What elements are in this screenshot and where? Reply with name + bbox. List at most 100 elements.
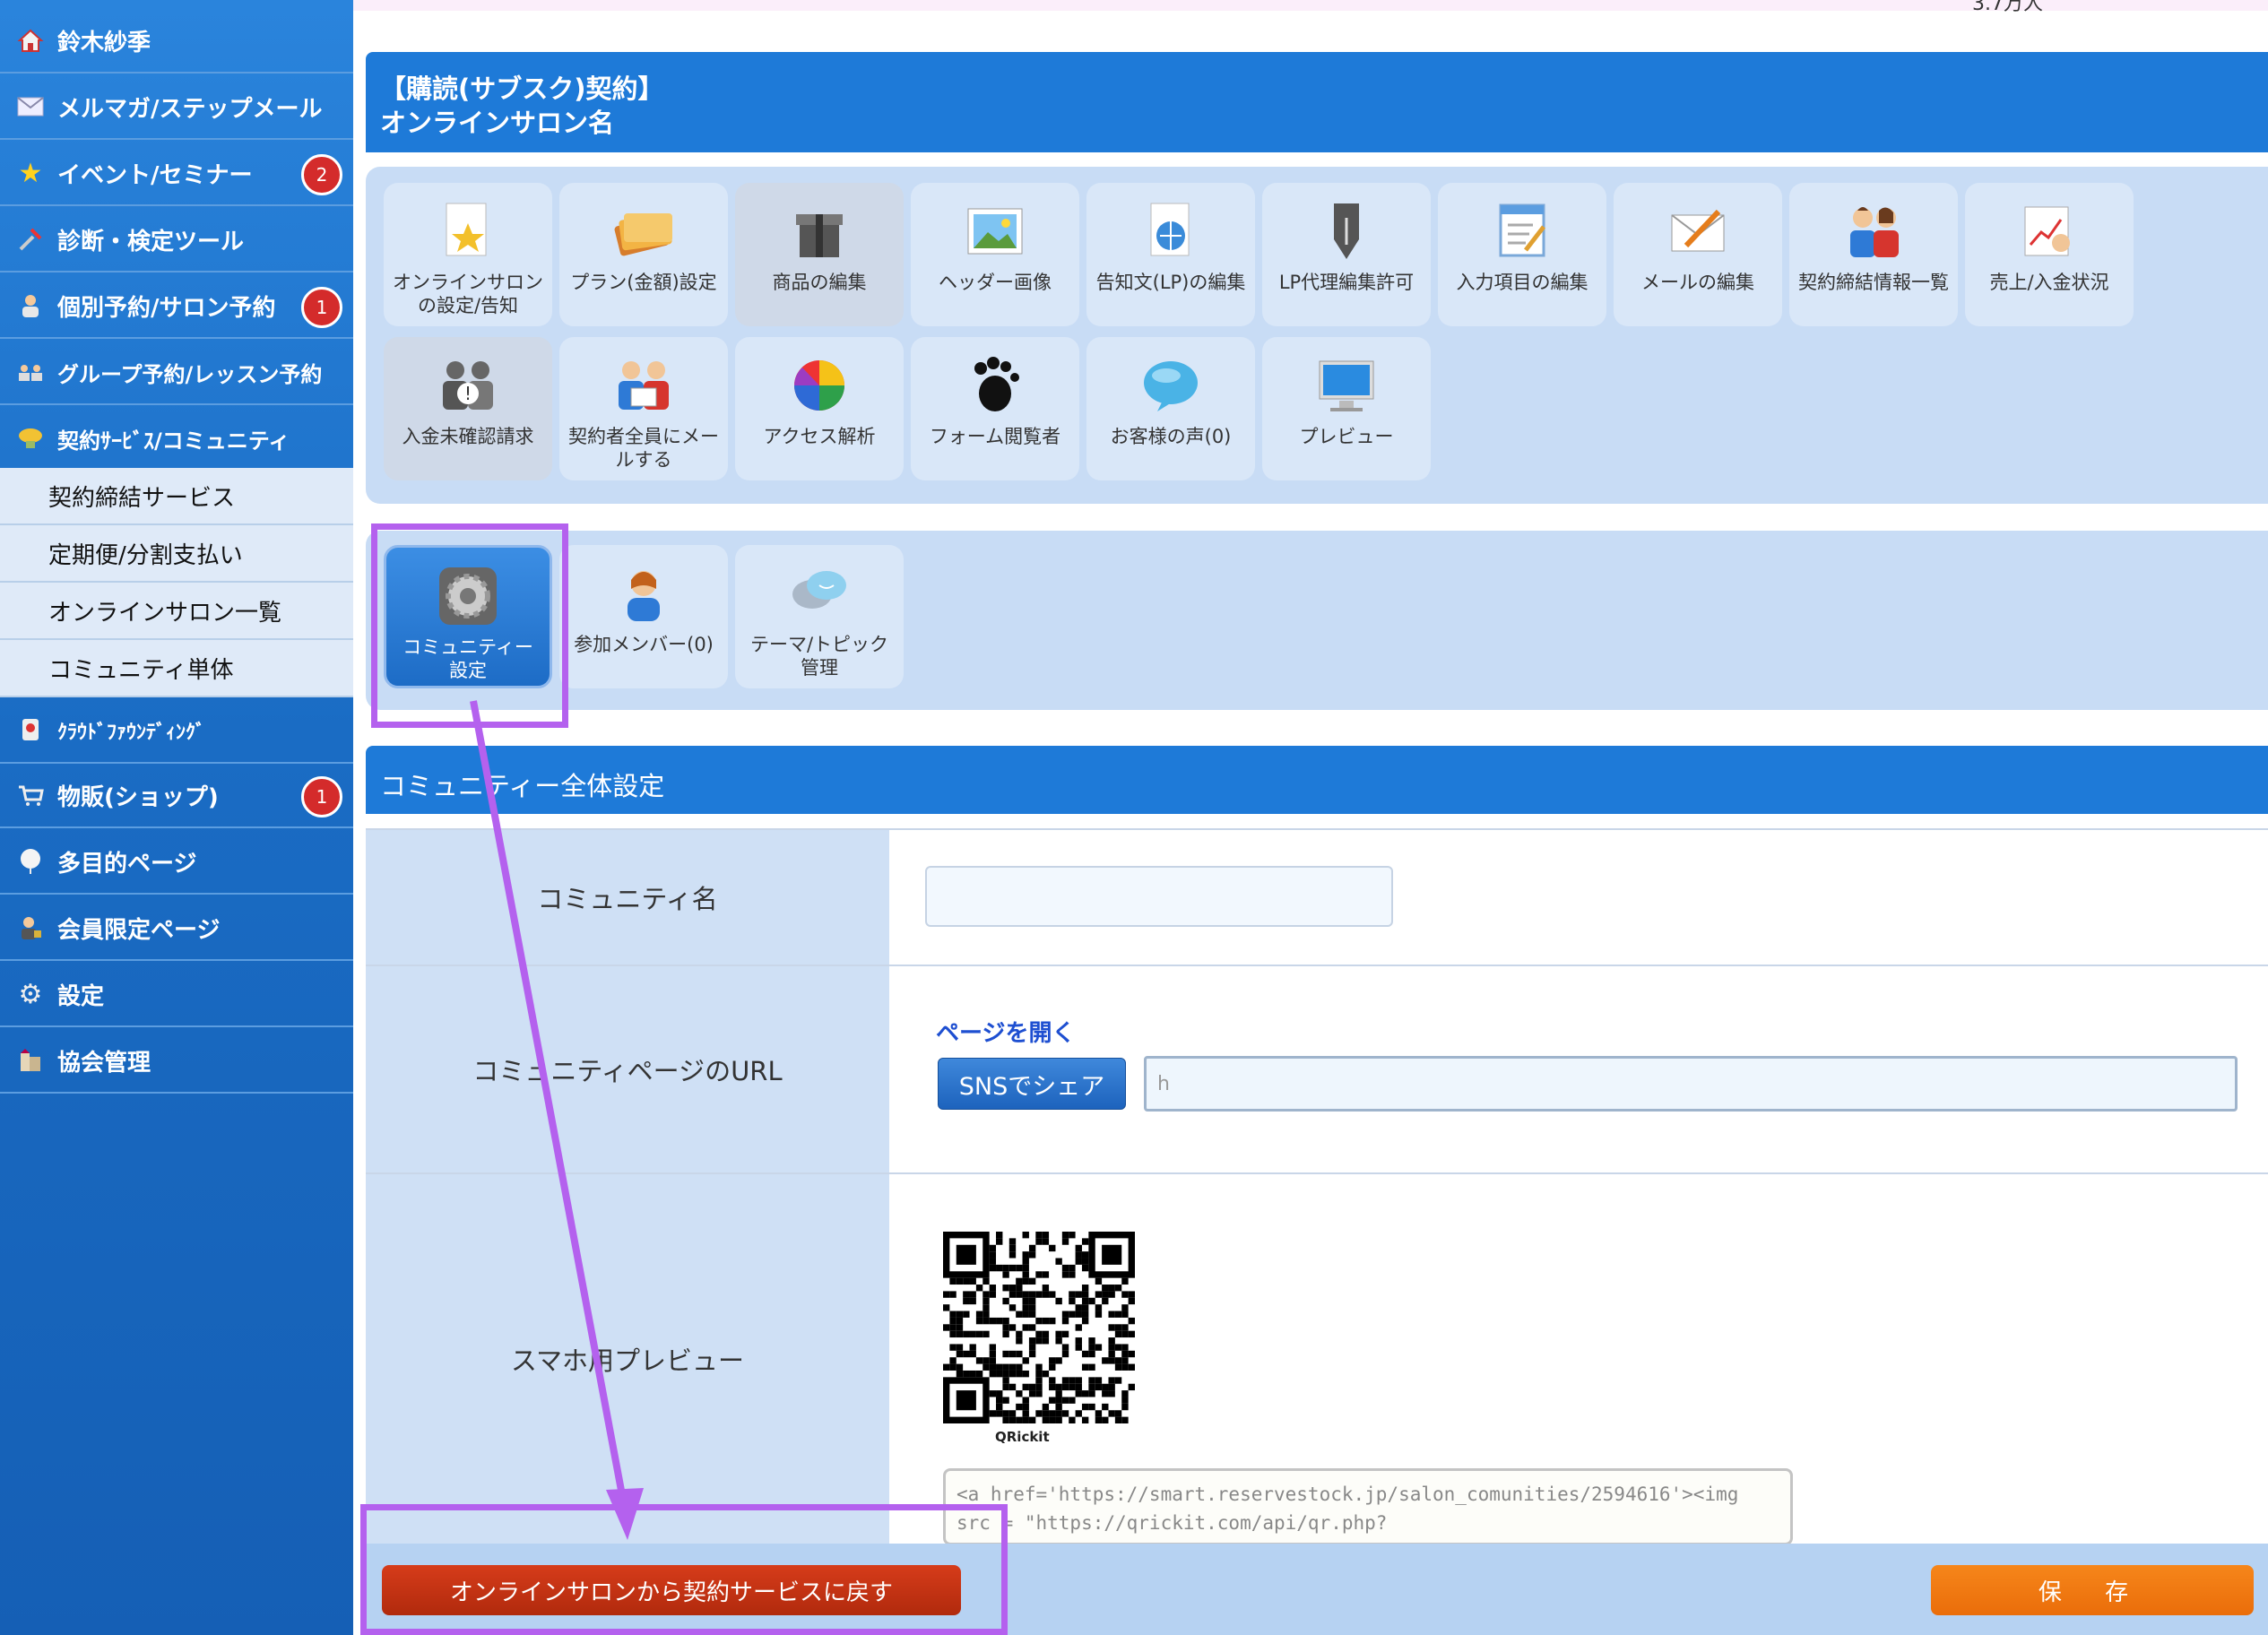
monitor-icon	[1314, 353, 1379, 418]
tile-document-globe[interactable]: 告知文(LP)の編集	[1086, 183, 1255, 326]
tile-label: 契約者全員にメールする	[568, 426, 719, 471]
tile-picture[interactable]: ヘッダー画像	[911, 183, 1079, 326]
sidebar-item-mailmag[interactable]: メルマガ/ステップメール	[0, 75, 353, 140]
notification-badge: 1	[301, 287, 342, 328]
tile-document-star[interactable]: オンラインサロンの設定/告知	[384, 183, 552, 326]
top-corner-text: 3.7万人	[1972, 0, 2043, 15]
sidebar-item-settings[interactable]: ⚙ 設定	[0, 963, 353, 1027]
tile-footprint[interactable]: フォーム閲覧者	[911, 337, 1079, 480]
sidebar-item-label: メルマガ/ステップメール	[57, 95, 323, 123]
tile-label: アクセス解析	[763, 426, 876, 447]
save-button[interactable]: 保 存	[1931, 1565, 2254, 1615]
tile-member[interactable]: 参加メンバー(0)	[559, 545, 728, 688]
notification-badge: 2	[301, 154, 342, 195]
sidebar-subitem-online-salon-list[interactable]: オンラインサロン一覧	[0, 583, 353, 640]
tile-label: プレビュー	[1299, 426, 1394, 447]
tile-pen-nib[interactable]: LP代理編集許可	[1262, 183, 1431, 326]
tile-warning-people[interactable]: ! 入金未確認請求	[384, 337, 552, 480]
sidebar-item-group-reservation[interactable]: グループ予約/レッスン予約	[0, 341, 353, 405]
sidebar-item-association[interactable]: 協会管理	[0, 1029, 353, 1094]
sidebar-item-event[interactable]: ★ イベント/セミナー 2	[0, 142, 353, 206]
member-icon	[611, 561, 676, 626]
lock-person-icon	[13, 910, 48, 946]
sidebar-item-label: 協会管理	[57, 1049, 151, 1077]
tile-speech-bubble[interactable]: お客様の声(0)	[1086, 337, 1255, 480]
tools-icon	[13, 221, 48, 257]
sidebar-item-label: 診断・検定ツール	[57, 228, 245, 255]
sidebar-item-label: 物販(ショップ)	[57, 783, 219, 811]
community-name-input[interactable]	[925, 866, 1393, 927]
sidebar-item-label: 個別予約/サロン予約	[57, 294, 276, 322]
mail-icon	[13, 89, 48, 125]
sidebar-item-shop[interactable]: 物販(ショップ) 1	[0, 764, 353, 828]
tile-chart[interactable]: 売上/入金状況	[1965, 183, 2134, 326]
tile-people-mail[interactable]: 契約者全員にメールする	[559, 337, 728, 480]
sidebar-item-label: ｸﾗｳﾄﾞﾌｧｳﾝﾃﾞｨﾝｸﾞ	[57, 722, 206, 744]
sidebar-item-label: 契約ｻｰﾋﾞｽ/コミュニティ	[57, 428, 290, 454]
sidebar-item-label: 設定	[57, 982, 105, 1010]
sidebar-item-label: 会員限定ページ	[57, 916, 221, 944]
footprint-icon	[963, 353, 1027, 418]
sidebar-subitem-contract-service[interactable]: 契約締結サービス	[0, 468, 353, 525]
open-page-link[interactable]: ページを開く	[936, 1015, 1075, 1048]
warning-people-icon: !	[436, 353, 500, 418]
home-icon	[13, 22, 48, 58]
chat-bubbles-icon	[787, 561, 852, 626]
embed-code-textarea[interactable]: <a href='https://smart.reservestock.jp/s…	[943, 1468, 1793, 1545]
tile-monitor[interactable]: プレビュー	[1262, 337, 1431, 480]
tile-label: お客様の声(0)	[1110, 426, 1232, 447]
sidebar-item-members-only[interactable]: 会員限定ページ	[0, 896, 353, 961]
page-header-line1: 【購読(サブスク)契約】	[380, 74, 664, 104]
tile-label: オンラインサロンの設定/告知	[393, 272, 543, 316]
crowdfunding-icon	[13, 713, 48, 748]
gift-box-icon	[787, 199, 852, 264]
tile-form-edit[interactable]: 入力項目の編集	[1438, 183, 1606, 326]
sidebar-item-multipurpose[interactable]: 多目的ページ	[0, 830, 353, 895]
sidebar-subitem-subscription[interactable]: 定期便/分割支払い	[0, 525, 353, 583]
sidebar-item-label: グループ予約/レッスン予約	[57, 361, 323, 387]
tile-credit-card[interactable]: プラン(金額)設定	[559, 183, 728, 326]
sidebar-item-contract-community[interactable]: 契約ｻｰﾋﾞｽ/コミュニティ	[0, 407, 353, 471]
chart-icon	[2017, 199, 2082, 264]
group-icon	[13, 354, 48, 390]
qr-caption: QRickit	[995, 1429, 1050, 1445]
sidebar-item-label: イベント/セミナー	[57, 161, 253, 189]
tile-mail-pencil[interactable]: メールの編集	[1614, 183, 1782, 326]
tile-gift-box[interactable]: 商品の編集	[735, 183, 904, 326]
star-icon: ★	[18, 157, 43, 189]
mail-pencil-icon	[1666, 199, 1730, 264]
sidebar-item-crowdfunding[interactable]: ｸﾗｳﾄﾞﾌｧｳﾝﾃﾞｨﾝｸﾞ	[0, 699, 353, 764]
gear-icon: ⚙	[18, 978, 43, 1010]
contract-icon	[13, 420, 48, 456]
tile-people[interactable]: 契約締結情報一覧	[1789, 183, 1958, 326]
tile-label: 入金未確認請求	[402, 426, 534, 447]
speech-bubble-icon	[1138, 353, 1203, 418]
tile-pie-chart[interactable]: アクセス解析	[735, 337, 904, 480]
qr-code-image	[943, 1232, 1135, 1423]
sidebar-item-label: 多目的ページ	[57, 850, 197, 878]
pie-chart-icon	[787, 353, 852, 418]
cart-icon	[13, 777, 48, 813]
community-url-field[interactable]: h	[1144, 1056, 2238, 1112]
page-title: オンラインサロン名	[380, 108, 615, 138]
highlight-box-back-button	[360, 1504, 1008, 1635]
sidebar-item-reservation[interactable]: 個別予約/サロン予約 1	[0, 274, 353, 339]
sidebar: 鈴木紗季 メルマガ/ステップメール ★ イベント/セミナー 2 診断・検定ツール…	[0, 0, 353, 1635]
community-name-label: コミュニティ名	[366, 830, 889, 965]
tile-chat-bubbles[interactable]: テーマ/トピック管理	[735, 545, 904, 688]
sidebar-item-diagnosis[interactable]: 診断・検定ツール	[0, 208, 353, 272]
tile-label: プラン(金額)設定	[570, 272, 717, 293]
sidebar-item-user[interactable]: 鈴木紗季	[0, 9, 353, 74]
sidebar-subitem-community-single[interactable]: コミュニティ単体	[0, 640, 353, 697]
people-mail-icon	[611, 353, 676, 418]
balloon-icon	[13, 843, 48, 879]
sns-share-button[interactable]: SNSでシェア	[938, 1058, 1126, 1110]
document-star-icon	[436, 199, 500, 264]
form-edit-icon	[1490, 199, 1554, 264]
page-header: 【購読(サブスク)契約】 オンラインサロン名	[366, 52, 2268, 152]
tile-label: 告知文(LP)の編集	[1095, 272, 1246, 293]
notification-badge: 1	[301, 776, 342, 818]
sidebar-item-label: 鈴木紗季	[57, 29, 151, 56]
person-icon	[13, 288, 48, 324]
tile-label: フォーム閲覧者	[929, 426, 1061, 447]
